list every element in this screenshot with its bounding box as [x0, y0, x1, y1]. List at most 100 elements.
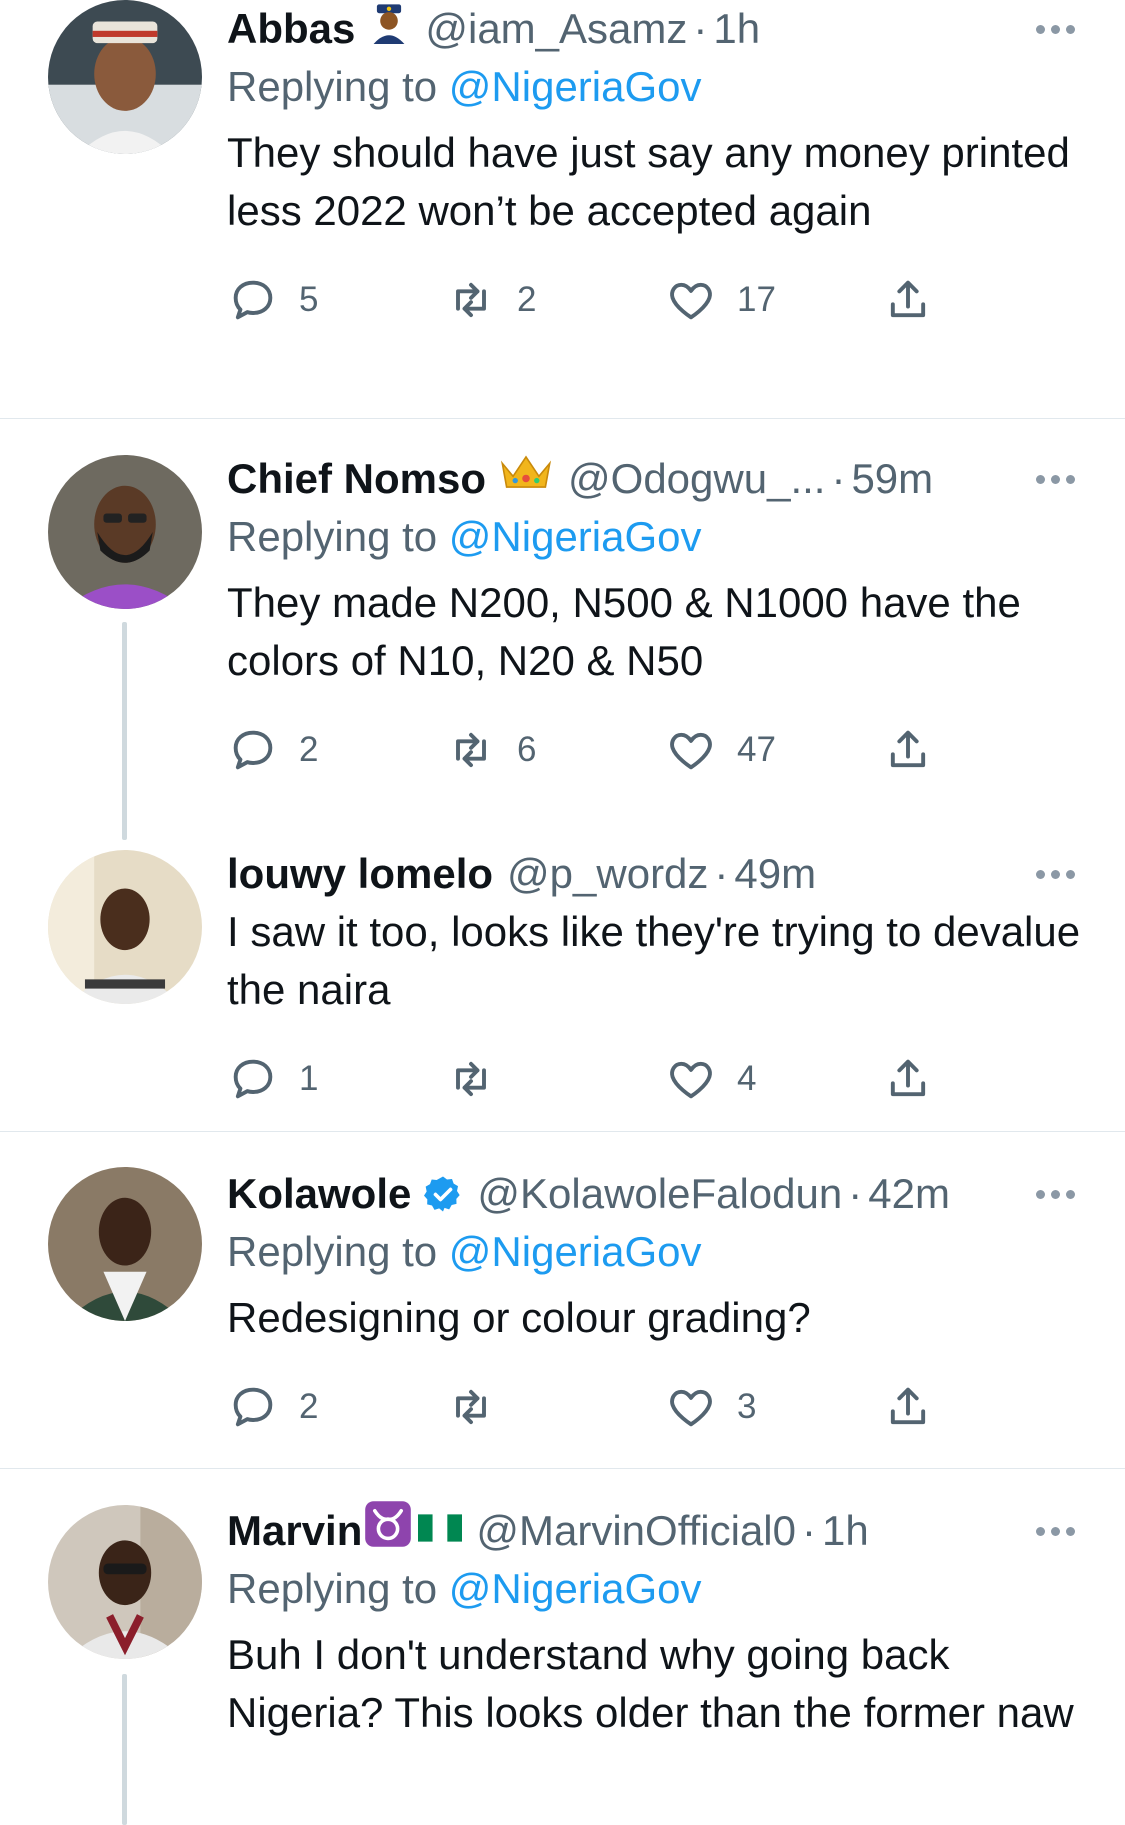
verified-badge-icon: [424, 1176, 461, 1212]
like-button[interactable]: 3: [665, 1377, 756, 1437]
tweet[interactable]: louwy lomelo @p_wordz · 49m I saw it too…: [0, 845, 1125, 1130]
action-bar: 2 6 47: [227, 720, 1085, 780]
separator: ·: [802, 1507, 816, 1554]
separator: ·: [831, 455, 846, 502]
replying-to: Replying to @NigeriaGov: [227, 58, 1085, 116]
author-handle[interactable]: @KolawoleFalodun: [477, 1165, 842, 1223]
mention-link[interactable]: @NigeriaGov: [449, 63, 702, 110]
retweet-button[interactable]: 6: [445, 720, 536, 780]
avatar[interactable]: [48, 1167, 202, 1321]
replying-to-label: Replying to: [227, 513, 449, 560]
reply-button[interactable]: 1: [227, 1049, 318, 1109]
tweet[interactable]: Marvin @MarvinOfficial0 · 1h Replying to…: [0, 1500, 1125, 1825]
replying-to-label: Replying to: [227, 1565, 449, 1612]
share-button[interactable]: [882, 720, 934, 780]
reply-count: 5: [299, 280, 319, 319]
like-count: 47: [737, 730, 776, 769]
share-button[interactable]: [882, 1377, 934, 1437]
reply-button[interactable]: 2: [227, 1377, 318, 1437]
timestamp[interactable]: 42m: [868, 1165, 950, 1223]
tweet-text: They should have just say any money prin…: [227, 129, 1070, 234]
more-options-icon[interactable]: [1025, 1165, 1085, 1223]
author-name[interactable]: Abbas: [227, 0, 355, 58]
replying-to: Replying to @NigeriaGov: [227, 508, 1085, 566]
author-handle[interactable]: @Odogwu_...: [568, 450, 825, 508]
share-icon: [890, 1059, 926, 1097]
avatar[interactable]: [48, 850, 202, 1004]
more-options-icon[interactable]: [1025, 845, 1085, 903]
mention-link[interactable]: @NigeriaGov: [449, 1228, 702, 1275]
heart-icon: [670, 1389, 712, 1427]
reply-button[interactable]: 2: [227, 720, 318, 780]
like-count: 17: [737, 280, 776, 319]
retweet-button[interactable]: [445, 1049, 517, 1109]
timestamp[interactable]: 1h: [713, 0, 760, 58]
share-button[interactable]: [882, 1049, 934, 1109]
like-button[interactable]: 47: [665, 720, 776, 780]
retweet-count: 6: [517, 730, 537, 769]
separator: ·: [848, 1170, 863, 1217]
replying-to-label: Replying to: [227, 63, 449, 110]
tweet-text: Buh I don't understand why going back Ni…: [227, 1631, 1074, 1736]
action-bar: 1 4: [227, 1049, 1085, 1109]
avatar[interactable]: [48, 0, 202, 154]
more-options-icon[interactable]: [1025, 0, 1085, 58]
share-button[interactable]: [882, 270, 934, 330]
more-options-icon[interactable]: [1025, 450, 1085, 508]
action-bar: 2 3: [227, 1377, 1085, 1437]
replying-to: Replying to @NigeriaGov: [227, 1223, 1085, 1281]
mention-link[interactable]: @NigeriaGov: [449, 1565, 702, 1612]
tweet-text: I saw it too, looks like they're trying …: [227, 908, 1081, 1013]
retweet-button[interactable]: [445, 1377, 517, 1437]
timestamp[interactable]: 59m: [851, 450, 933, 508]
tweet-text: Redesigning or colour grading?: [227, 1294, 811, 1341]
author-name[interactable]: Chief Nomso: [227, 450, 486, 508]
thread-line: [122, 622, 127, 840]
divider: [0, 1131, 1125, 1132]
retweet-count: 2: [517, 280, 537, 319]
reply-button[interactable]: 5: [227, 270, 318, 330]
like-count: 3: [737, 1387, 757, 1426]
retweet-button[interactable]: 2: [445, 270, 536, 330]
avatar[interactable]: [48, 1505, 202, 1659]
replying-to: Replying to @NigeriaGov: [227, 1560, 1085, 1618]
timestamp[interactable]: 1h: [822, 1502, 869, 1560]
reply-count: 2: [299, 730, 319, 769]
tweet-text: They made N200, N500 & N1000 have the co…: [227, 579, 1021, 684]
tweet[interactable]: Kolawole @KolawoleFalodun · 42m Replying…: [0, 1165, 1125, 1465]
reply-icon: [233, 280, 273, 320]
author-handle[interactable]: @MarvinOfficial0: [476, 1502, 796, 1560]
thread-line: [122, 1674, 127, 1825]
author-handle[interactable]: @p_wordz: [507, 845, 708, 903]
mention-link[interactable]: @NigeriaGov: [449, 513, 702, 560]
like-button[interactable]: 17: [665, 270, 776, 330]
tweet[interactable]: Abbas @iam_Asamz · 1h Replying to @Niger…: [0, 0, 1125, 418]
share-icon: [890, 1387, 926, 1425]
share-icon: [890, 280, 926, 318]
taurus-emoji: [364, 1500, 412, 1563]
share-icon: [890, 730, 926, 768]
reply-icon: [233, 1059, 273, 1099]
avatar[interactable]: [48, 455, 202, 609]
crown-emoji: [498, 450, 554, 509]
retweet-icon: [456, 1389, 486, 1425]
author-handle[interactable]: @iam_Asamz: [425, 0, 687, 58]
divider: [0, 1468, 1125, 1469]
more-options-icon[interactable]: [1025, 1502, 1085, 1560]
retweet-icon: [456, 1061, 486, 1097]
divider: [0, 418, 1125, 419]
separator: ·: [714, 850, 729, 897]
timestamp[interactable]: 49m: [734, 845, 816, 903]
retweet-icon: [456, 282, 486, 318]
retweet-icon: [456, 732, 486, 768]
like-button[interactable]: 4: [665, 1049, 756, 1109]
tweet[interactable]: Chief Nomso @Odogwu_... · 59m Replying t…: [0, 450, 1125, 840]
author-name[interactable]: louwy lomelo: [227, 845, 493, 903]
author-name[interactable]: Kolawole: [227, 1165, 411, 1223]
reply-icon: [233, 1387, 273, 1427]
police-officer-emoji: [367, 0, 411, 59]
author-name[interactable]: Marvin: [227, 1502, 362, 1560]
separator: ·: [693, 5, 708, 52]
reply-icon: [233, 730, 273, 770]
reply-count: 1: [299, 1059, 319, 1098]
